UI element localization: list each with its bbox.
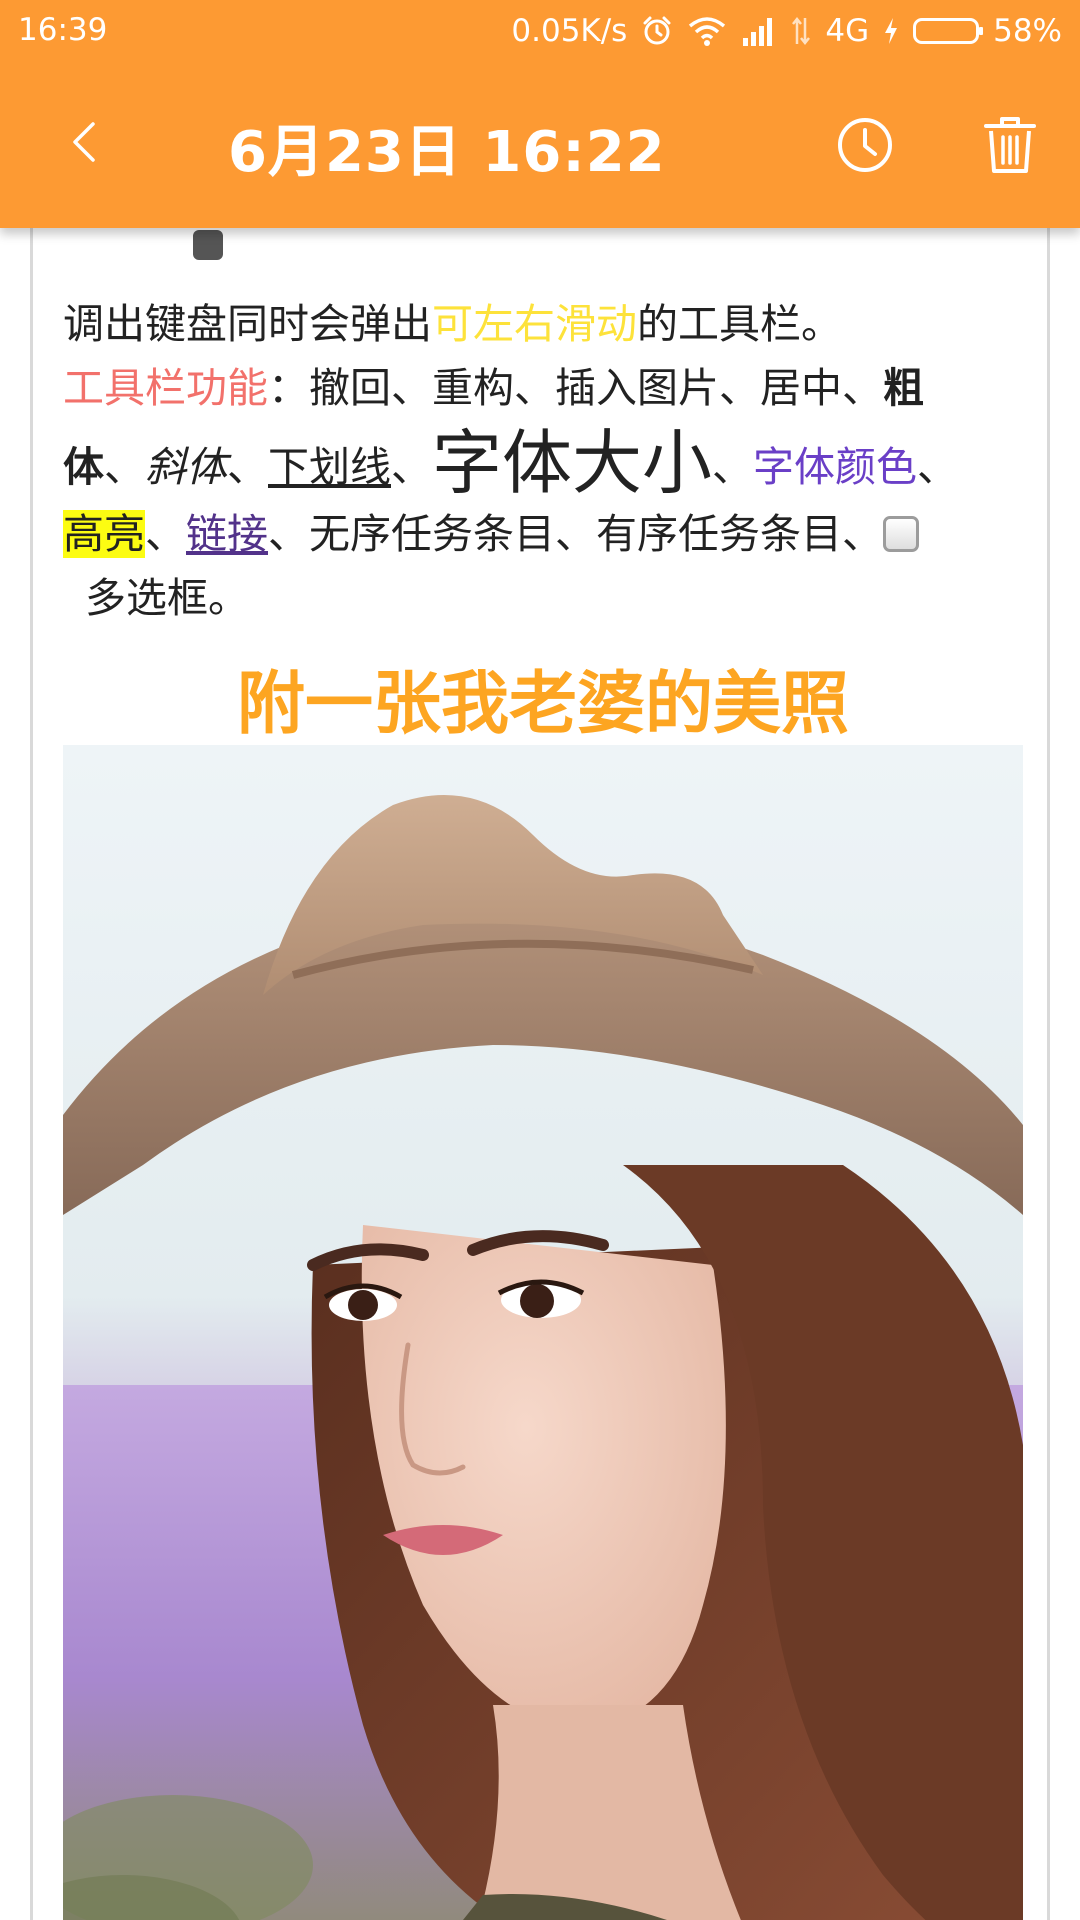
status-time: 16:39	[18, 12, 108, 48]
note-photo[interactable]	[63, 745, 1023, 1920]
screen: 16:39 0.05K/s 4G 58% 6月23日 16:22 调出键盘同时会…	[0, 0, 1080, 1920]
title-bar: 6月23日 16:22	[0, 62, 1080, 228]
status-icons: 0.05K/s 4G 58%	[511, 10, 1062, 52]
clock-icon	[835, 115, 895, 179]
separator: 、	[104, 443, 145, 491]
charging-icon	[883, 17, 899, 45]
colored-text: 可左右滑动	[432, 300, 637, 348]
image-caption: 附一张我老婆的美照	[236, 665, 849, 744]
back-button[interactable]	[52, 112, 116, 176]
trash-icon	[983, 115, 1037, 179]
text-run: 的工具栏。	[637, 300, 842, 348]
separator: 、	[917, 443, 958, 491]
text-run: 、无序任务条目、有序任务条目、	[268, 510, 883, 558]
bold-text: 体	[63, 443, 104, 491]
text-run: ：撤回、重构、插入图片、居中、	[268, 364, 883, 412]
note-line: 体、斜体、下划线、字体大小、字体颜色、	[63, 420, 1048, 510]
checkbox[interactable]	[883, 516, 919, 552]
separator: 、	[391, 443, 432, 491]
bullet-icon	[193, 230, 223, 260]
separator: 、	[145, 510, 186, 558]
note-line: 工具栏功能：撤回、重构、插入图片、居中、粗	[63, 356, 1048, 420]
data-arrows-icon	[791, 16, 811, 46]
status-bar: 16:39 0.05K/s 4G 58%	[0, 0, 1080, 62]
signal-icon	[741, 16, 777, 46]
note-card[interactable]: 调出键盘同时会弹出可左右滑动的工具栏。 工具栏功能：撤回、重构、插入图片、居中、…	[30, 170, 1050, 1920]
alarm-icon	[641, 15, 673, 47]
app-header: 16:39 0.05K/s 4G 58% 6月23日 16:22	[0, 0, 1080, 228]
bold-text: 粗	[883, 364, 924, 412]
chevron-left-icon	[69, 120, 99, 168]
italic-text: 斜体	[145, 443, 227, 491]
colored-text: 字体颜色	[753, 443, 917, 491]
toolbar-label: 工具栏功能	[63, 364, 268, 412]
note-title: 6月23日 16:22	[228, 120, 666, 185]
reminder-button[interactable]	[830, 112, 900, 182]
note-line: 高亮、链接、无序任务条目、有序任务条目、	[63, 502, 1048, 566]
note-line: 调出键盘同时会弹出可左右滑动的工具栏。	[63, 292, 1048, 356]
separator: 、	[712, 443, 753, 491]
separator: 、	[227, 443, 268, 491]
network-speed: 0.05K/s	[511, 13, 628, 49]
text-run: 调出键盘同时会弹出	[63, 300, 432, 348]
delete-button[interactable]	[975, 112, 1045, 182]
note-body[interactable]: 调出键盘同时会弹出可左右滑动的工具栏。 工具栏功能：撤回、重构、插入图片、居中、…	[63, 292, 1048, 630]
note-line: 多选框。	[85, 574, 249, 622]
highlighted-text: 高亮	[63, 510, 145, 558]
battery-percent: 58%	[993, 13, 1062, 49]
link-text[interactable]: 链接	[186, 510, 268, 558]
large-text: 字体大小	[432, 422, 712, 504]
network-type: 4G	[825, 13, 870, 49]
wifi-icon	[687, 15, 727, 47]
underline-text: 下划线	[268, 443, 391, 491]
battery-icon	[913, 18, 984, 44]
